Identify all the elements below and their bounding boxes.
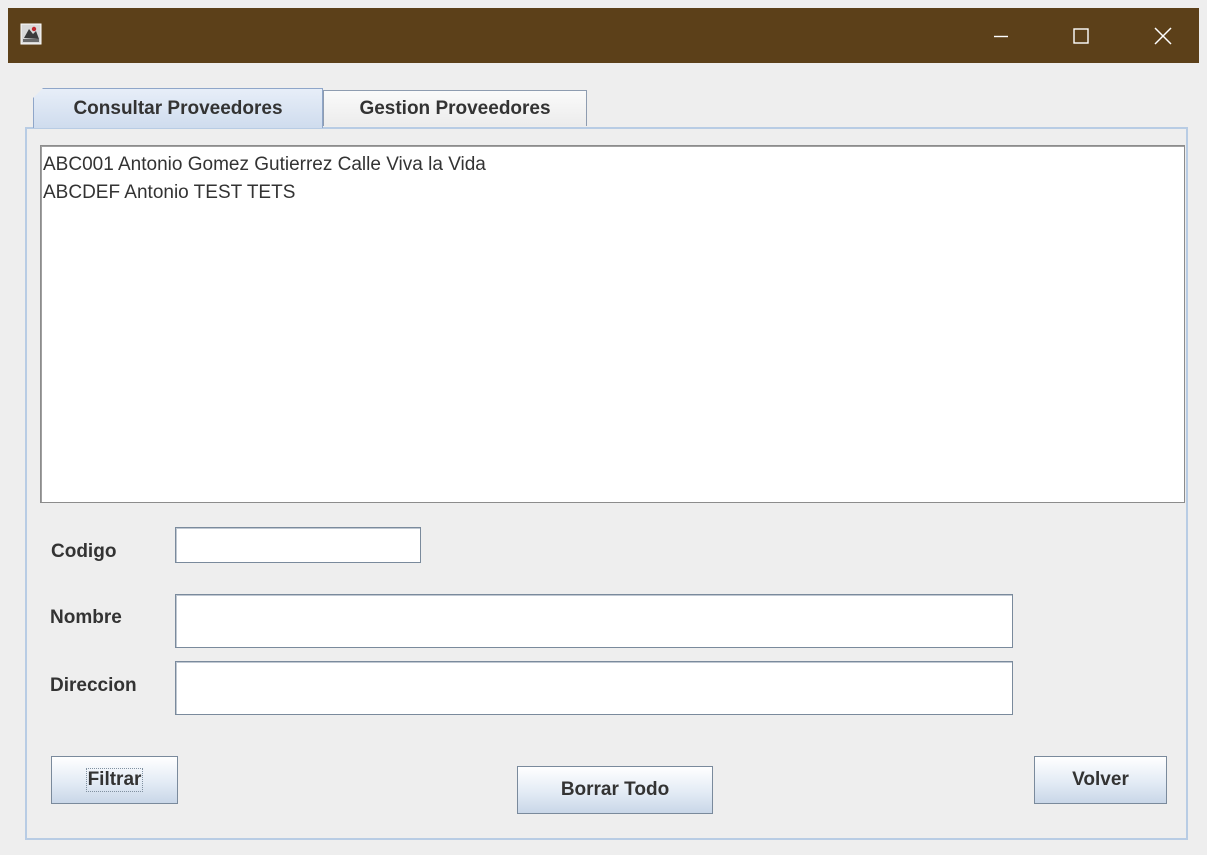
results-list[interactable]: ABC001 Antonio Gomez Gutierrez Calle Viv… bbox=[40, 145, 1185, 503]
tab-consultar-proveedores[interactable]: Consultar Proveedores bbox=[33, 88, 323, 128]
java-app-icon bbox=[20, 23, 42, 45]
codigo-label: Codigo bbox=[51, 541, 117, 562]
close-button[interactable] bbox=[1133, 8, 1193, 63]
tab-label: Gestion Proveedores bbox=[359, 97, 551, 119]
maximize-button[interactable] bbox=[1051, 8, 1111, 63]
volver-button[interactable]: Volver bbox=[1034, 756, 1167, 804]
direccion-label: Direccion bbox=[50, 675, 137, 696]
maximize-icon bbox=[1073, 27, 1089, 44]
borrar-todo-button[interactable]: Borrar Todo bbox=[517, 766, 713, 814]
volver-button-label: Volver bbox=[1072, 769, 1129, 790]
nombre-label: Nombre bbox=[50, 607, 122, 628]
filtrar-button[interactable]: Filtrar bbox=[51, 756, 178, 804]
filtrar-button-label: Filtrar bbox=[85, 768, 144, 792]
minimize-button[interactable] bbox=[971, 8, 1031, 63]
tab-gestion-proveedores[interactable]: Gestion Proveedores bbox=[323, 90, 587, 126]
close-icon bbox=[1154, 26, 1172, 45]
list-item[interactable]: ABCDEF Antonio TEST TETS bbox=[43, 179, 1182, 207]
nombre-input[interactable] bbox=[175, 594, 1013, 648]
tab-label: Consultar Proveedores bbox=[73, 97, 283, 119]
minimize-icon bbox=[994, 35, 1008, 37]
codigo-input[interactable] bbox=[175, 527, 421, 563]
borrar-todo-button-label: Borrar Todo bbox=[560, 779, 670, 800]
application-window: Consultar Proveedores Gestion Proveedore… bbox=[0, 0, 1207, 855]
list-item[interactable]: ABC001 Antonio Gomez Gutierrez Calle Viv… bbox=[43, 151, 1182, 179]
title-bar[interactable] bbox=[8, 8, 1199, 63]
direccion-input[interactable] bbox=[175, 661, 1013, 715]
